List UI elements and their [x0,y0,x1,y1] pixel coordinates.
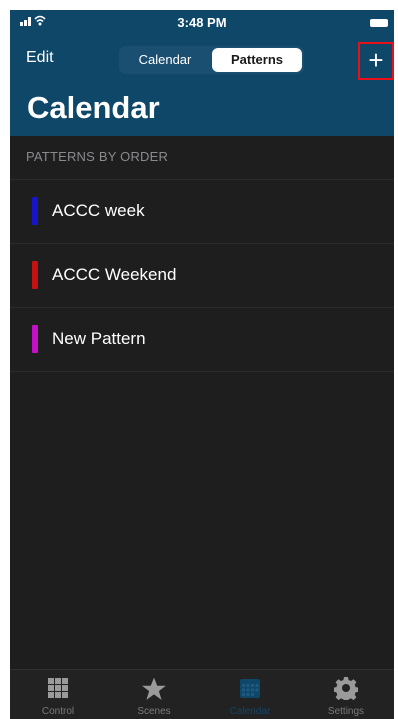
gear-icon [334,677,358,700]
segment-calendar[interactable]: Calendar [121,48,209,72]
calendar-icon [240,679,260,698]
battery-icon [370,19,388,27]
add-pattern-button[interactable]: + [358,42,394,80]
pattern-color-swatch [32,197,38,225]
tab-label: Settings [327,706,365,717]
app-screen: 3:48 PM Edit Calendar Patterns + Calenda… [10,10,394,719]
tab-scenes[interactable]: Scenes [106,670,202,719]
tab-label: Calendar [229,706,271,717]
edit-button[interactable]: Edit [26,49,54,67]
segmented-control: Calendar Patterns [119,46,304,74]
pattern-color-swatch [32,261,38,289]
section-header: PATTERNS BY ORDER [26,149,169,164]
tab-control[interactable]: Control [10,670,106,719]
star-icon [142,677,166,700]
status-bar: 3:48 PM [10,10,394,36]
pattern-color-swatch [32,325,38,353]
list-item[interactable]: ACCC week [10,179,394,243]
pattern-label: New Pattern [52,329,146,348]
list-item[interactable]: ACCC Weekend [10,243,394,307]
tab-label: Control [41,706,75,717]
tab-label: Scenes [137,706,171,717]
page-title: Calendar [27,90,160,125]
segment-patterns[interactable]: Patterns [212,48,302,72]
list-item[interactable]: New Pattern [10,307,394,372]
tab-bar: Control Scenes Calendar Settings [10,669,394,719]
pattern-label: ACCC Weekend [52,265,177,284]
tab-calendar[interactable]: Calendar [202,670,298,719]
pattern-label: ACCC week [52,201,145,220]
navigation-bar: Edit Calendar Patterns + Calendar [10,36,394,136]
status-time: 3:48 PM [177,15,227,30]
pattern-list: ACCC week ACCC Weekend New Pattern [10,179,394,372]
grid-icon [48,678,68,698]
tab-settings[interactable]: Settings [298,670,394,719]
